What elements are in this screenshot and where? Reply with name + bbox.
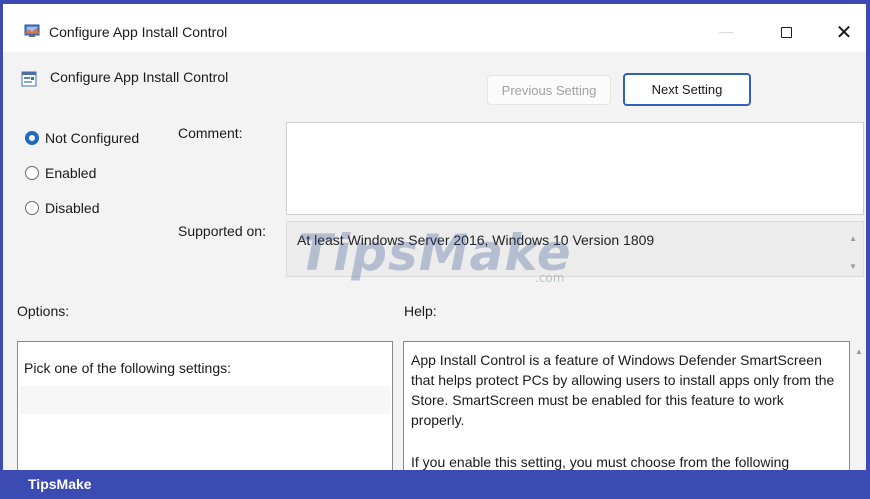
options-instruction: Pick one of the following settings: <box>24 360 232 376</box>
maximize-button[interactable] <box>771 20 801 44</box>
minimize-button[interactable] <box>711 20 741 44</box>
options-panel: Pick one of the following settings: <box>17 341 393 470</box>
policy-title: Configure App Install Control <box>50 69 229 85</box>
watermark-domain: .com <box>535 271 565 285</box>
title-bar: Configure App Install Control ✕ <box>3 4 866 52</box>
footer-brand: TipsMake <box>28 476 92 492</box>
help-scroll-up-arrow-icon[interactable]: ▲ <box>855 347 863 356</box>
policy-setting-icon <box>21 71 37 87</box>
scroll-up-arrow-icon[interactable]: ▲ <box>849 234 857 243</box>
supported-on-value: At least Windows Server 2016, Windows 10… <box>297 232 655 248</box>
frame-right-border <box>866 0 870 470</box>
radio-label: Enabled <box>45 165 97 181</box>
help-panel: App Install Control is a feature of Wind… <box>403 341 850 470</box>
scroll-down-arrow-icon[interactable]: ▼ <box>849 262 857 271</box>
policy-dialog: Configure App Install Control ✕ Configur… <box>3 4 866 470</box>
help-label: Help: <box>404 303 437 319</box>
comment-textarea[interactable] <box>286 122 864 215</box>
group-policy-app-icon <box>24 24 40 37</box>
help-paragraph: If you enable this setting, you must cho… <box>411 454 790 470</box>
comment-label: Comment: <box>178 125 243 141</box>
maximize-icon <box>780 26 792 38</box>
footer-banner: TipsMake <box>0 470 870 499</box>
radio-enabled[interactable]: Enabled <box>25 165 96 181</box>
supported-on-label: Supported on: <box>178 223 266 239</box>
previous-setting-button[interactable]: Previous Setting <box>487 75 611 105</box>
options-label: Options: <box>17 303 70 319</box>
options-row <box>19 386 391 414</box>
radio-button-selected[interactable] <box>25 131 39 145</box>
radio-label: Not Configured <box>45 130 140 146</box>
next-setting-button[interactable]: Next Setting <box>623 73 751 106</box>
supported-on-field: At least Windows Server 2016, Windows 10… <box>286 221 864 277</box>
radio-label: Disabled <box>45 200 100 216</box>
radio-button[interactable] <box>25 166 39 180</box>
help-paragraph: App Install Control is a feature of Wind… <box>411 352 835 428</box>
close-icon: ✕ <box>835 21 853 44</box>
radio-disabled[interactable]: Disabled <box>25 200 99 216</box>
minimize-icon <box>719 31 733 33</box>
close-button[interactable]: ✕ <box>829 20 859 44</box>
radio-button[interactable] <box>25 201 39 215</box>
window-title: Configure App Install Control <box>49 24 228 40</box>
policy-header: Configure App Install Control Previous S… <box>3 52 866 112</box>
radio-not-configured[interactable]: Not Configured <box>25 130 139 146</box>
